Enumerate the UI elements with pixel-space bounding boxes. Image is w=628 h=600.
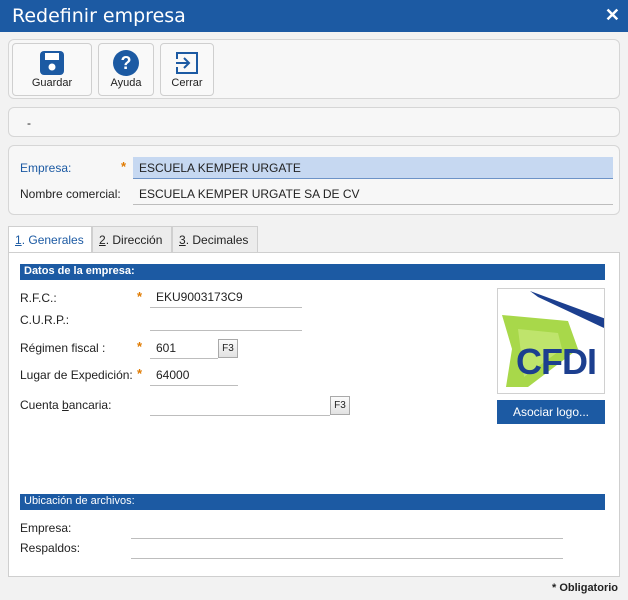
tab-generales-label: . Generales [21,233,84,247]
tab-direccion-key: 2 [99,233,106,247]
rfc-label: R.F.C.: [20,291,57,305]
exit-icon [175,52,198,74]
tab-decimales-key: 3 [179,233,186,247]
tab-generales[interactable]: 1. Generales [8,226,92,253]
svg-text:?: ? [121,53,132,73]
tab-direccion[interactable]: 2. Dirección [92,226,172,252]
nombre-comercial-field[interactable]: ESCUELA KEMPER URGATE SA DE CV [133,183,613,205]
archivos-empresa-label: Empresa: [20,521,72,535]
tab-decimales[interactable]: 3. Decimales [172,226,258,252]
regimen-required-mark: * [137,339,143,354]
tab-decimales-label: . Decimales [185,233,249,247]
cfdi-logo-text: CFDI [516,341,597,382]
cfdi-logo: CFDI [497,288,605,394]
close-icon[interactable]: ✕ [605,5,620,26]
regimen-field[interactable]: 601 [150,337,218,359]
window-title: Redefinir empresa [12,5,186,27]
tab-content: Datos de la empresa: R.F.C.: * EKU900317… [8,252,620,577]
lugar-required-mark: * [137,366,143,381]
cuenta-f3-button[interactable]: F3 [330,396,350,415]
empresa-label: Empresa: [20,161,72,175]
title-bar: Redefinir empresa ✕ [0,0,628,32]
save-button[interactable]: Guardar [12,43,92,96]
empresa-field[interactable]: ESCUELA KEMPER URGATE [133,157,613,179]
tab-direccion-label: . Dirección [105,233,163,247]
cuenta-field[interactable] [150,394,330,416]
help-button[interactable]: ? Ayuda [98,43,154,96]
required-mark: * [121,159,127,174]
archivos-section-title: Ubicación de archivos: [20,494,605,510]
archivos-empresa-field[interactable] [131,517,563,539]
nombre-comercial-label: Nombre comercial: [20,187,121,201]
regimen-f3-button[interactable]: F3 [218,339,238,358]
datos-section-title: Datos de la empresa: [20,264,605,280]
respaldos-label: Respaldos: [20,541,81,555]
exit-label: Cerrar [171,77,203,89]
tab-generales-key: 1 [15,233,22,247]
exit-button[interactable]: Cerrar [160,43,214,96]
company-header: Empresa: * ESCUELA KEMPER URGATE Nombre … [8,145,620,215]
regimen-label: Régimen fiscal : [20,341,106,355]
save-icon [40,51,64,75]
status-bar: - [8,107,620,137]
lugar-field[interactable]: 64000 [150,364,238,386]
required-note: * Obligatorio [552,582,618,594]
rfc-required-mark: * [137,289,143,304]
curp-field[interactable] [150,309,302,331]
status-text: - [27,116,31,130]
associate-logo-button[interactable]: Asociar logo... [497,400,605,424]
curp-label: C.U.R.P.: [20,313,70,327]
toolbar: Guardar ? Ayuda Cerrar [8,39,620,99]
lugar-label: Lugar de Expedición: [20,368,133,382]
respaldos-field[interactable] [131,537,563,559]
help-label: Ayuda [110,77,142,89]
help-icon: ? [113,50,139,76]
save-label: Guardar [31,77,73,89]
cuenta-label: Cuenta bancaria: [20,398,112,412]
rfc-field[interactable]: EKU9003173C9 [150,286,302,308]
